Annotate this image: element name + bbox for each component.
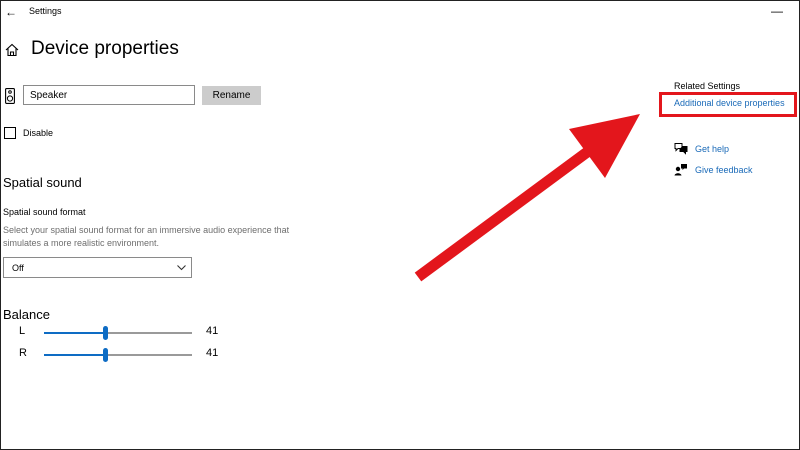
balance-left-fill [44, 332, 105, 334]
disable-label: Disable [23, 128, 54, 138]
device-name-input[interactable] [23, 85, 195, 105]
balance-right-thumb[interactable] [103, 348, 108, 362]
balance-heading: Balance [3, 307, 50, 322]
spatial-format-selected: Off [12, 263, 24, 273]
help-chat-icon [674, 143, 688, 155]
balance-left-thumb[interactable] [103, 326, 108, 340]
back-arrow-icon[interactable]: ← [5, 5, 17, 19]
related-settings-heading: Related Settings [674, 81, 741, 91]
get-help-link[interactable]: Get help [695, 144, 729, 154]
window-title: Settings [29, 6, 62, 16]
spatial-format-dropdown[interactable]: Off [3, 257, 192, 278]
balance-left-value: 41 [206, 325, 219, 337]
spatial-format-label: Spatial sound format [3, 207, 86, 217]
balance-right-slider[interactable] [44, 348, 192, 362]
settings-window: ← Settings — Device properties Rename Di… [0, 0, 800, 450]
balance-left-slider[interactable] [44, 326, 192, 340]
balance-right-label: R [19, 347, 27, 359]
spatial-sound-heading: Spatial sound [3, 175, 82, 190]
minimize-icon[interactable]: — [771, 4, 783, 18]
speaker-icon [5, 88, 15, 104]
page-title: Device properties [31, 38, 179, 59]
rename-button[interactable]: Rename [202, 86, 261, 105]
title-bar: ← Settings — [1, 1, 799, 23]
annotation-highlight-box [659, 92, 797, 117]
disable-checkbox[interactable] [4, 127, 16, 139]
chevron-down-icon [177, 265, 186, 271]
balance-left-label: L [19, 325, 26, 337]
give-feedback-link[interactable]: Give feedback [695, 165, 753, 175]
balance-right-fill [44, 354, 105, 356]
spatial-format-description: Select your spatial sound format for an … [3, 225, 290, 248]
balance-right-value: 41 [206, 347, 219, 359]
feedback-person-icon [674, 164, 687, 176]
home-icon[interactable] [5, 43, 19, 57]
